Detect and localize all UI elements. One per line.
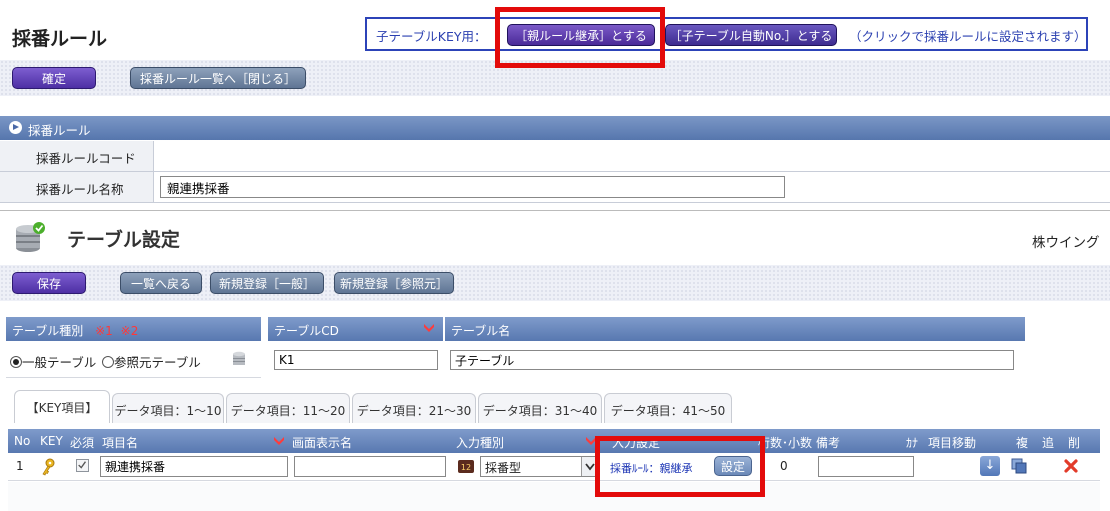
move-down-arrow-icon[interactable]: ↓ [980, 456, 1000, 476]
display-name-input[interactable] [294, 456, 446, 477]
table-type-header: テーブル種別 ※1 ※2 [6, 317, 261, 341]
rule-section-header: 採番ルール [0, 116, 1110, 140]
table-settings-panel: テーブル設定 株ウイング 保存 一覧へ戻る 新規登録［一般］ 新規登録［参照元］… [0, 210, 1110, 511]
confirm-label: 確定 [41, 71, 66, 86]
col-digits: 桁数･小数 [758, 436, 813, 450]
back-to-list-label: 一覧へ戻る [130, 276, 191, 291]
child-auto-number-label: ［子テーブル自動No.］とする [669, 28, 833, 43]
col-key: KEY [40, 434, 63, 448]
note-input[interactable] [818, 456, 914, 477]
required-checkbox[interactable] [76, 459, 89, 472]
confirm-button[interactable]: 確定 [12, 67, 96, 89]
rule-name-row: 採番ルール名称 [0, 172, 1110, 203]
save-label: 保存 [36, 276, 61, 291]
col-add: 追 [1042, 436, 1055, 450]
new-general-label: 新規登録［一般］ [218, 276, 315, 291]
hint-prefix: 子テーブルKEY用： [376, 29, 487, 44]
child-key-hint-box: 子テーブルKEY用： ［親ルール継承］とする ［子テーブル自動No.］とする （… [365, 17, 1088, 51]
table-toolbar: 保存 一覧へ戻る 新規登録［一般］ 新規登録［参照元］ [0, 265, 1110, 301]
col-no: No [14, 434, 31, 448]
section-label: 採番ルール [28, 123, 91, 138]
table-name-header-label: テーブル名 [451, 324, 511, 338]
col-display-name: 画面表示名 [292, 436, 353, 450]
col-move: 項目移動 [928, 436, 977, 450]
rule-name-input[interactable] [160, 176, 785, 198]
radio-general-label: 一般テーブル [22, 355, 97, 370]
back-to-rule-list-button[interactable]: 採番ルール一覧へ［閉じる］ [130, 67, 306, 89]
rule-code-row: 採番ルールコード [0, 141, 1110, 172]
new-general-button[interactable]: 新規登録［一般］ [210, 272, 324, 294]
note-mark-2: ※2 [120, 324, 139, 338]
number-type-icon: 12 [458, 460, 474, 473]
delete-icon[interactable] [1064, 459, 1078, 473]
page-title: 採番ルール [12, 28, 108, 50]
company-name: 株ウイング [1032, 235, 1100, 251]
section-arrow-icon [9, 121, 22, 134]
col-item-name: 項目名 [102, 436, 139, 450]
table-cd-input[interactable] [274, 350, 438, 370]
col-kana: ｶﾅ [906, 436, 919, 450]
highlight-box [595, 436, 765, 497]
input-type-value: 採番型 [485, 461, 522, 475]
radio-general-dot [10, 356, 22, 368]
col-delete: 削 [1068, 436, 1081, 450]
tab-data-1-10[interactable]: データ項目：1〜10 [112, 393, 224, 423]
database-small-icon [233, 351, 245, 365]
radio-reference-label: 参照元テーブル [114, 355, 201, 370]
new-reference-label: 新規登録［参照元］ [339, 276, 448, 291]
required-chevron-icon [424, 324, 434, 332]
col-required: 必須 [70, 436, 95, 450]
table-row: 1 12 採番型 採番ﾙｰﾙ：親継承 設定 0 ↓ [8, 453, 1100, 481]
radio-reference-dot [102, 356, 114, 368]
key-items-grid-header: No KEY 必須 項目名 画面表示名 入力種別 入力設定 桁数･小数 備考 ｶ… [8, 429, 1100, 453]
row-no: 1 [16, 459, 24, 473]
tab-data-41-50[interactable]: データ項目：41〜50 [604, 393, 732, 423]
tab-data-21-30[interactable]: データ項目：21〜30 [352, 393, 476, 423]
col-input-type: 入力種別 [456, 436, 505, 450]
radio-general[interactable]: 一般テーブル [10, 352, 96, 371]
digits-value: 0 [780, 459, 788, 473]
col-copy: 複 [1016, 436, 1029, 450]
key-icon [42, 458, 55, 476]
table-name-input[interactable] [450, 350, 1014, 370]
rule-code-label: 採番ルールコード [0, 141, 154, 171]
hint-note: （クリックで採番ルールに設定されます） [849, 29, 1087, 44]
new-reference-button[interactable]: 新規登録［参照元］ [334, 272, 454, 294]
input-type-select[interactable]: 採番型 [480, 456, 598, 477]
tab-key-items[interactable]: 【KEY項目】 [14, 390, 110, 423]
table-cd-header-label: テーブルCD [274, 324, 339, 338]
col-note: 備考 [816, 436, 841, 450]
required-chevron-icon [274, 437, 284, 445]
svg-text:12: 12 [461, 463, 471, 472]
back-to-list-button[interactable]: 一覧へ戻る [120, 272, 202, 294]
database-icon [16, 222, 45, 252]
rule-name-label: 採番ルール名称 [0, 172, 154, 202]
highlight-box [495, 7, 665, 68]
copy-icon[interactable] [1010, 457, 1028, 475]
radio-reference[interactable]: 参照元テーブル [102, 352, 201, 371]
table-type-header-label: テーブル種別 [12, 324, 84, 338]
table-cd-header: テーブルCD [268, 317, 443, 341]
item-name-input[interactable] [100, 456, 288, 477]
child-auto-number-button[interactable]: ［子テーブル自動No.］とする [665, 24, 837, 46]
note-mark-1: ※1 [95, 324, 113, 338]
tab-data-31-40[interactable]: データ項目：31〜40 [478, 393, 602, 423]
table-row [8, 482, 1100, 511]
table-type-cell: 一般テーブル 参照元テーブル [6, 342, 261, 378]
table-name-header: テーブル名 [445, 317, 1025, 341]
back-to-rule-list-label: 採番ルール一覧へ［閉じる］ [139, 71, 296, 86]
check-icon [78, 461, 87, 469]
save-button[interactable]: 保存 [12, 272, 86, 294]
table-settings-title: テーブル設定 [67, 229, 180, 251]
tab-data-11-20[interactable]: データ項目：11〜20 [226, 393, 350, 423]
